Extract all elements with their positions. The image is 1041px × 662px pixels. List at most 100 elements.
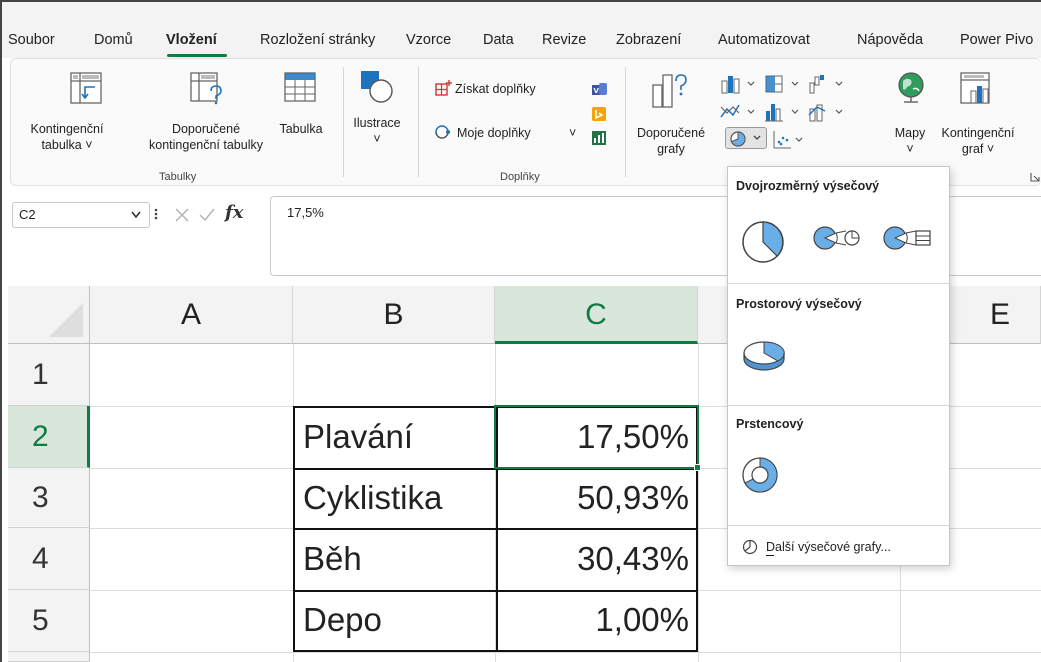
shapes-icon bbox=[361, 71, 393, 103]
enter-icon[interactable] bbox=[198, 207, 216, 223]
people-graph-icon[interactable] bbox=[590, 129, 608, 147]
cell-reference: C2 bbox=[19, 207, 36, 222]
recommended-pivot-label-1: Doporučené bbox=[171, 122, 241, 136]
more-pie-charts-item[interactable]: Další výsečové grafy... bbox=[728, 535, 949, 561]
pie-outline-icon bbox=[742, 539, 758, 555]
pie-2d-option[interactable] bbox=[740, 219, 786, 265]
recommended-pivot-label-2: kontingenční tabulky bbox=[149, 138, 263, 152]
gridline bbox=[698, 344, 699, 662]
pivot-table-label-1: Kontingenční bbox=[30, 122, 104, 136]
pie-chart-icon bbox=[730, 131, 746, 147]
pivot-table-label-2: tabulka ˅ bbox=[41, 138, 93, 152]
gridline bbox=[90, 652, 1041, 653]
active-cell-border bbox=[494, 405, 699, 469]
name-box[interactable]: C2 bbox=[12, 202, 150, 228]
tab-home[interactable]: Domů bbox=[94, 32, 133, 48]
pivot-chart-label-2: graf ˅ bbox=[961, 142, 995, 156]
window-edge bbox=[0, 0, 2, 662]
donut-option[interactable] bbox=[740, 455, 780, 495]
cell-b5[interactable]: Depo bbox=[303, 589, 382, 651]
separator bbox=[625, 67, 626, 177]
chevron-down-icon bbox=[753, 135, 761, 140]
menu-tabs: Soubor Domů Vložení Rozložení stránky Vz… bbox=[0, 0, 1041, 58]
pie-chart-button[interactable] bbox=[725, 127, 767, 149]
my-addins-arrow: ˅ bbox=[569, 126, 577, 140]
table-label: Tabulka bbox=[279, 122, 323, 136]
menu-separator bbox=[728, 405, 949, 406]
illustrations-label-1: Ilustrace bbox=[353, 116, 401, 130]
separator bbox=[343, 67, 344, 177]
section-donut: Prstencový bbox=[736, 417, 804, 431]
cell-b3[interactable]: Cyklistika bbox=[303, 467, 442, 529]
tab-view[interactable]: Zobrazení bbox=[616, 32, 681, 48]
cell-c4[interactable]: 30,43% bbox=[497, 528, 689, 590]
addins-icon bbox=[435, 125, 450, 139]
cell-b2[interactable]: Plavání bbox=[303, 406, 413, 468]
statistic-chart-icon[interactable] bbox=[763, 101, 803, 123]
tab-data[interactable]: Data bbox=[483, 32, 514, 48]
cancel-icon[interactable] bbox=[174, 207, 190, 223]
table-icon bbox=[284, 72, 316, 102]
column-header-c[interactable]: C bbox=[495, 286, 698, 344]
cell-c3[interactable]: 50,93% bbox=[497, 467, 689, 529]
recommended-charts-label-2: grafy bbox=[657, 142, 685, 156]
pie-of-pie-option[interactable] bbox=[812, 223, 862, 253]
pivot-chart-label-1: Kontingenční bbox=[941, 126, 1015, 140]
cell-c5[interactable]: 1,00% bbox=[497, 589, 689, 651]
group-addins-label: Doplňky bbox=[500, 171, 540, 183]
bar-of-pie-option[interactable] bbox=[882, 223, 936, 253]
column-header-b[interactable]: B bbox=[293, 286, 495, 344]
illustrations-arrow: ˅ bbox=[373, 132, 381, 146]
line-chart-icon[interactable] bbox=[719, 101, 759, 123]
dialog-launcher-icon[interactable] bbox=[1029, 171, 1041, 183]
recommended-charts-icon bbox=[652, 74, 687, 108]
row-header-5[interactable]: 5 bbox=[8, 590, 90, 652]
row-header-2[interactable]: 2 bbox=[8, 406, 90, 468]
tab-automate[interactable]: Automatizovat bbox=[718, 32, 810, 48]
tab-review[interactable]: Revize bbox=[542, 32, 586, 48]
chevron-down-icon[interactable] bbox=[131, 211, 141, 219]
access-key-underline bbox=[766, 555, 774, 556]
tab-power-pivot[interactable]: Power Pivo bbox=[960, 32, 1033, 48]
cell-b4[interactable]: Běh bbox=[303, 528, 362, 590]
row-header-4[interactable]: 4 bbox=[8, 528, 90, 590]
select-all-corner[interactable] bbox=[8, 286, 90, 344]
active-tab-indicator bbox=[167, 54, 227, 57]
tab-page-layout[interactable]: Rozložení stránky bbox=[260, 32, 375, 48]
more-pie-charts-label: Další výsečové grafy... bbox=[766, 540, 891, 554]
row-header-3[interactable]: 3 bbox=[8, 468, 90, 528]
recommended-pivot-icon bbox=[190, 72, 222, 105]
column-header-a[interactable]: A bbox=[90, 286, 293, 344]
column-chart-icon[interactable] bbox=[719, 73, 759, 95]
section-3d-pie: Prostorový výsečový bbox=[736, 297, 862, 311]
bing-icon[interactable] bbox=[590, 105, 608, 123]
combo-chart-icon[interactable] bbox=[807, 101, 847, 123]
section-2d-pie: Dvojrozměrný výsečový bbox=[736, 179, 880, 193]
visio-icon[interactable]: V bbox=[590, 81, 608, 99]
row-header-1[interactable]: 1 bbox=[8, 344, 90, 406]
store-icon bbox=[435, 80, 452, 96]
group-tables-label: Tabulky bbox=[159, 171, 197, 183]
scatter-chart-icon[interactable] bbox=[771, 129, 811, 151]
pie-3d-option[interactable] bbox=[740, 337, 790, 377]
menu-separator bbox=[728, 525, 949, 526]
maps-label-1: Mapy bbox=[894, 126, 926, 140]
hierarchy-chart-icon[interactable] bbox=[763, 73, 803, 95]
tab-help[interactable]: Nápověda bbox=[857, 32, 923, 48]
row-header-6[interactable] bbox=[8, 652, 90, 662]
fill-handle[interactable] bbox=[694, 464, 701, 471]
tab-formulas[interactable]: Vzorce bbox=[406, 32, 451, 48]
formula-controls: fx bbox=[148, 198, 268, 230]
insert-function-icon[interactable]: fx bbox=[225, 202, 243, 223]
tab-insert[interactable]: Vložení bbox=[166, 32, 217, 48]
menu-separator bbox=[728, 283, 949, 284]
waterfall-chart-icon[interactable] bbox=[807, 73, 847, 95]
get-addins-label: Získat doplňky bbox=[455, 82, 536, 96]
tab-file[interactable]: Soubor bbox=[8, 32, 55, 48]
pivot-chart-icon bbox=[960, 72, 990, 104]
maps-arrow: ˅ bbox=[906, 142, 914, 156]
svg-text:V: V bbox=[594, 87, 600, 95]
globe-icon bbox=[898, 72, 924, 103]
recommended-charts-label-1: Doporučené bbox=[636, 126, 706, 140]
pivot-table-icon bbox=[70, 72, 102, 104]
